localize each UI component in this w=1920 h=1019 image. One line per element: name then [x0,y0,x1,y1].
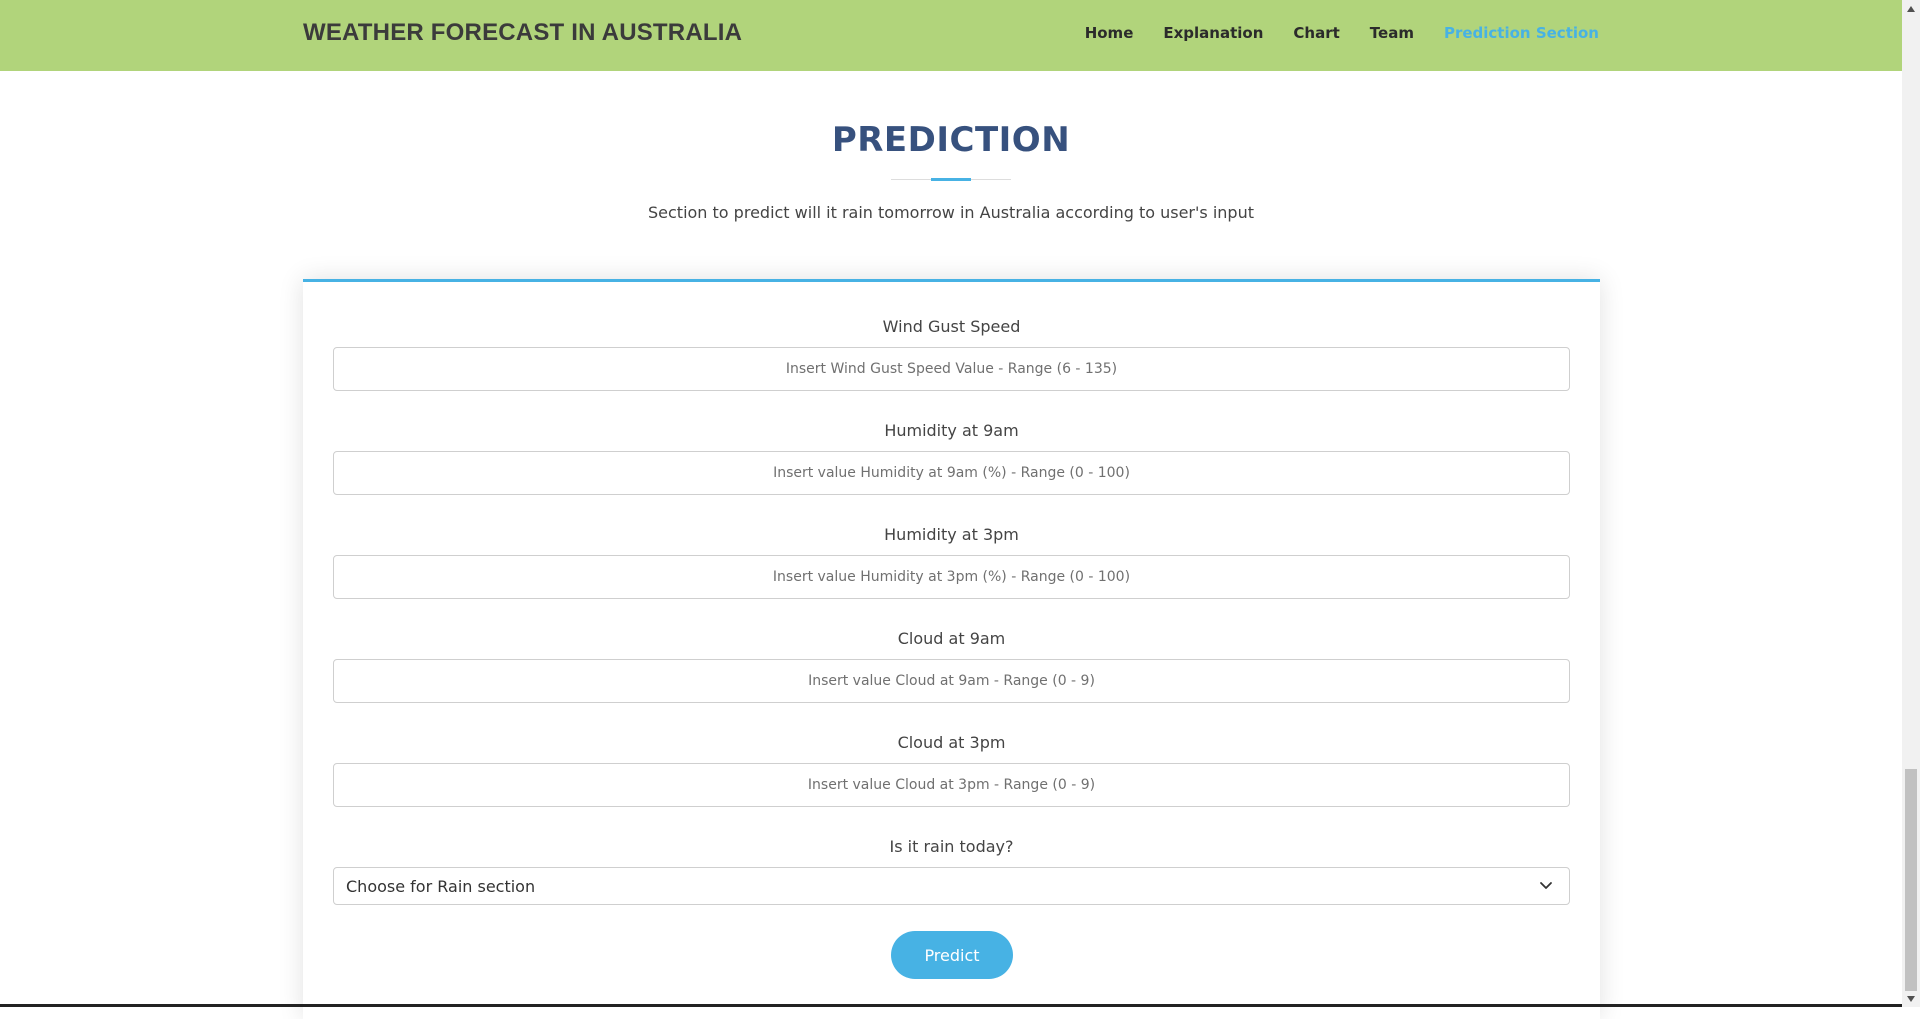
scrollbar-thumb[interactable] [1905,769,1917,991]
scroll-down-arrow-icon[interactable] [1902,990,1920,1007]
chevron-down-icon [1540,882,1552,889]
scroll-up-arrow-icon[interactable] [1902,0,1920,17]
rain-today-label: Is it rain today? [889,837,1014,856]
wind-gust-speed-input[interactable] [333,347,1570,391]
nav-link-team[interactable]: Team [1370,24,1414,42]
predict-button[interactable]: Predict [891,931,1013,979]
humidity-9am-label: Humidity at 9am [884,421,1019,440]
humidity-3pm-input[interactable] [333,555,1570,599]
rain-today-selected-value: Choose for Rain section [346,876,536,896]
cloud-3pm-label: Cloud at 3pm [897,733,1006,752]
prediction-form: Wind Gust Speed Humidity at 9am Humidity… [303,279,1600,1019]
cloud-9am-input[interactable] [333,659,1570,703]
nav-link-explanation[interactable]: Explanation [1163,24,1263,42]
site-brand[interactable]: WEATHER FORECAST IN AUSTRALIA [303,19,742,47]
nav-link-chart[interactable]: Chart [1293,24,1339,42]
wind-gust-speed-label: Wind Gust Speed [882,317,1021,336]
nav-links: Home Explanation Chart Team Prediction S… [1085,24,1599,42]
section-title: PREDICTION [831,120,1071,160]
nav-link-prediction-section[interactable]: Prediction Section [1444,24,1599,42]
humidity-3pm-label: Humidity at 3pm [884,525,1019,544]
nav-link-home[interactable]: Home [1085,24,1134,42]
rain-today-select[interactable]: Choose for Rain section [333,867,1570,905]
cloud-9am-label: Cloud at 9am [897,629,1006,648]
page-scrollbar[interactable] [1902,0,1920,1007]
section-subtitle: Section to predict will it rain tomorrow… [648,203,1254,222]
humidity-9am-input[interactable] [333,451,1570,495]
navbar: WEATHER FORECAST IN AUSTRALIA Home Expla… [0,0,1902,71]
cloud-3pm-input[interactable] [333,763,1570,807]
title-divider-accent [931,178,971,181]
